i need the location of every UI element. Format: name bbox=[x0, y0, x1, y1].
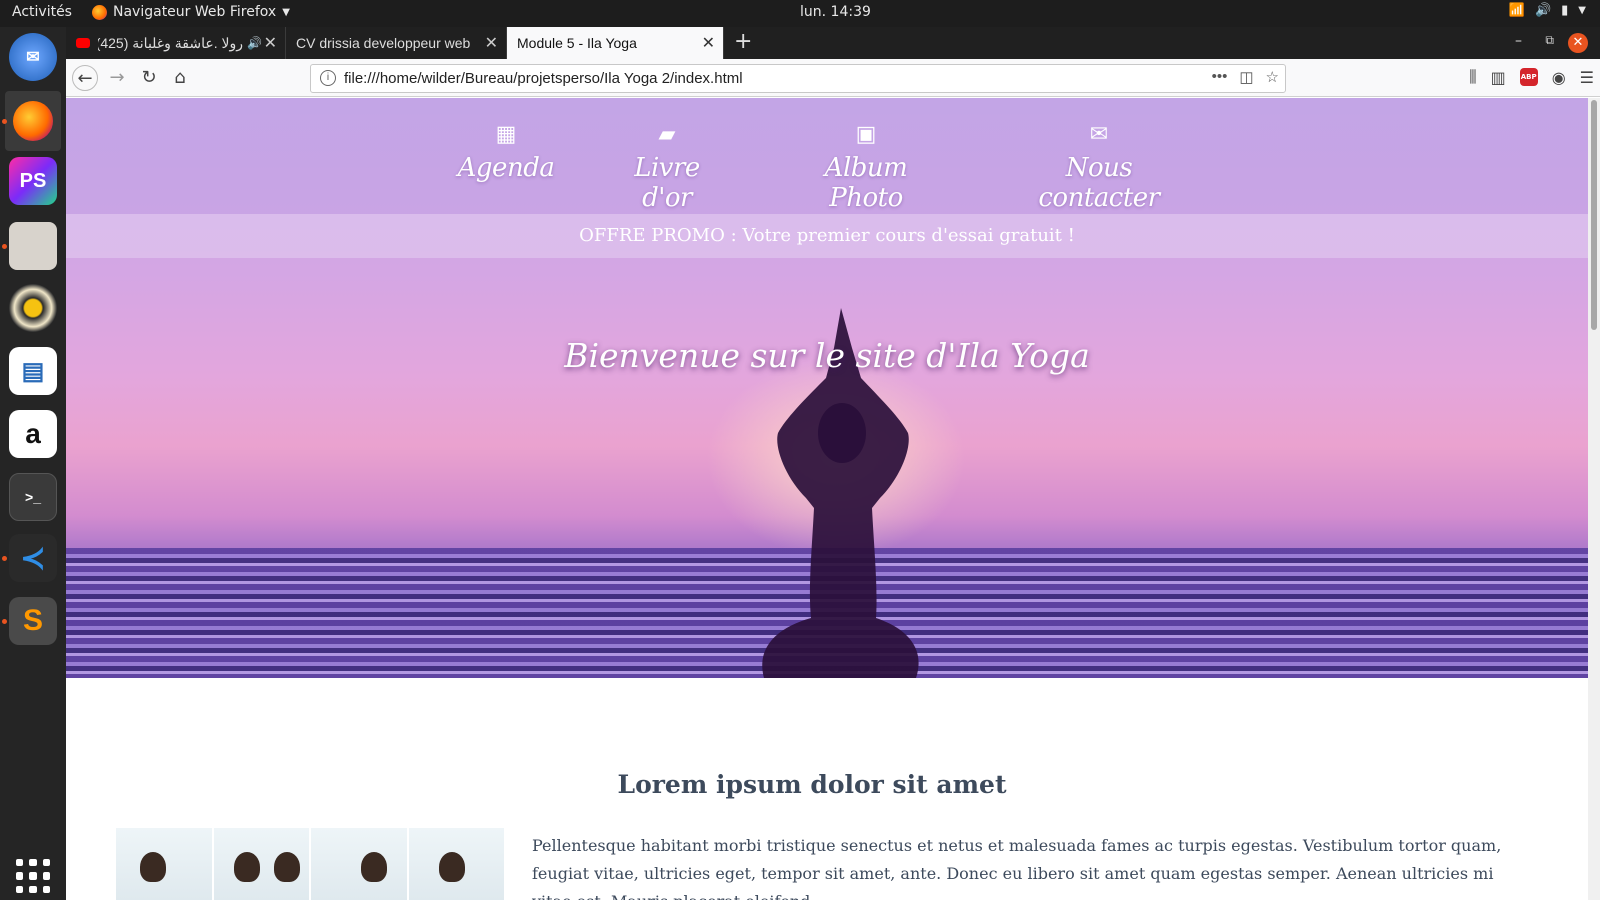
adblock-icon[interactable]: ABP bbox=[1519, 68, 1538, 86]
app-menu-label: Navigateur Web Firefox bbox=[113, 4, 277, 20]
url-text[interactable]: file:///home/wilder/Bureau/projetsperso/… bbox=[344, 70, 743, 87]
vscode-icon[interactable]: ≺ bbox=[9, 534, 57, 582]
tab-bar: رولا .عاشقة وغلبانة (425) 🔊 ✕ CV drissia… bbox=[66, 27, 1600, 59]
hero-banner: ▦ Agenda ▰ Livre d'or ▣ Album Photo ✉ No… bbox=[66, 98, 1588, 678]
promo-banner: OFFRE PROMO : Votre premier cours d'essa… bbox=[66, 214, 1588, 258]
back-icon[interactable]: ← bbox=[72, 65, 98, 91]
nav-album-photo[interactable]: ▣ Album Photo bbox=[801, 122, 931, 213]
close-window-icon[interactable]: ✕ bbox=[1568, 33, 1588, 53]
audio-icon[interactable]: 🔊 bbox=[247, 36, 262, 50]
running-indicator bbox=[2, 556, 7, 561]
account-icon[interactable]: ◉ bbox=[1552, 68, 1566, 87]
show-applications-icon[interactable] bbox=[16, 859, 50, 893]
yoga-class-image bbox=[116, 828, 506, 900]
running-indicator bbox=[2, 119, 7, 124]
maximize-icon[interactable]: ⧉ bbox=[1545, 33, 1554, 48]
terminal-icon[interactable]: >_ bbox=[9, 473, 57, 521]
bookmark-star-icon[interactable]: ☆ bbox=[1266, 68, 1279, 86]
tab-youtube[interactable]: رولا .عاشقة وغلبانة (425) 🔊 ✕ bbox=[66, 27, 286, 59]
new-tab-icon[interactable]: + bbox=[734, 29, 752, 54]
battery-icon: ▮ bbox=[1561, 3, 1569, 18]
nav-label: Album Photo bbox=[824, 153, 908, 213]
envelope-icon: ✉ bbox=[1089, 122, 1109, 147]
files-icon[interactable] bbox=[9, 222, 57, 270]
volume-icon: 🔊 bbox=[1534, 3, 1552, 18]
section-paragraph: Pellentesque habitant morbi tristique se… bbox=[532, 836, 1502, 900]
page-viewport: ▦ Agenda ▰ Livre d'or ▣ Album Photo ✉ No… bbox=[66, 98, 1600, 900]
forward-icon[interactable]: → bbox=[104, 65, 130, 91]
menu-icon[interactable]: ☰ bbox=[1580, 68, 1594, 87]
url-bar[interactable]: i file:///home/wilder/Bureau/projetspers… bbox=[310, 64, 1286, 93]
welcome-heading: Bienvenue sur le site d'Ila Yoga bbox=[564, 336, 1090, 375]
youtube-icon bbox=[76, 38, 90, 48]
minimize-icon[interactable]: – bbox=[1515, 33, 1522, 49]
phpstorm-icon[interactable]: PS bbox=[9, 157, 57, 205]
system-top-bar: Activités Navigateur Web Firefox ▼ lun. … bbox=[0, 0, 1600, 27]
nav-label: Livre d'or bbox=[634, 153, 700, 213]
firefox-launcher[interactable] bbox=[5, 91, 61, 151]
tab-cv[interactable]: CV drissia developpeur web ✕ bbox=[286, 27, 507, 59]
nav-nous-contacter[interactable]: ✉ Nous contacter bbox=[1024, 122, 1174, 213]
clock[interactable]: lun. 14:39 bbox=[800, 4, 871, 20]
page-actions-icon[interactable]: ••• bbox=[1212, 68, 1228, 86]
running-indicator bbox=[2, 619, 7, 624]
chevron-down-icon: ▼ bbox=[1578, 5, 1586, 16]
amazon-icon[interactable]: a bbox=[9, 410, 57, 458]
activities-button[interactable]: Activités bbox=[12, 4, 72, 20]
page-scrollbar[interactable] bbox=[1588, 98, 1600, 900]
firefox-window: رولا .عاشقة وغلبانة (425) 🔊 ✕ CV drissia… bbox=[66, 27, 1600, 900]
reload-icon[interactable]: ↻ bbox=[136, 65, 162, 91]
sublime-icon[interactable]: S bbox=[9, 597, 57, 645]
chevron-down-icon: ▼ bbox=[282, 6, 290, 18]
firefox-icon bbox=[13, 101, 53, 141]
close-tab-icon[interactable]: ✕ bbox=[264, 33, 277, 53]
scrollbar-thumb[interactable] bbox=[1591, 100, 1597, 330]
app-menu[interactable]: Navigateur Web Firefox ▼ bbox=[92, 4, 290, 20]
nav-label: Nous contacter bbox=[1038, 153, 1160, 213]
pocket-icon[interactable]: ◫ bbox=[1239, 68, 1253, 86]
tab-title: رولا .عاشقة وغلبانة (425) bbox=[98, 34, 243, 51]
system-tray[interactable]: 📶 🔊 ▮ ▼ bbox=[1509, 3, 1586, 18]
main-navigation: ▦ Agenda ▰ Livre d'or ▣ Album Photo ✉ No… bbox=[66, 98, 1588, 214]
nav-agenda[interactable]: ▦ Agenda bbox=[456, 122, 556, 183]
tab-ila-yoga[interactable]: Module 5 - Ila Yoga ✕ bbox=[507, 27, 724, 59]
nav-livre-dor[interactable]: ▰ Livre d'or bbox=[612, 122, 722, 213]
navigation-toolbar: ← → ↻ ⌂ i file:///home/wilder/Bureau/pro… bbox=[66, 59, 1600, 97]
calendar-icon: ▦ bbox=[495, 122, 517, 147]
nav-label: Agenda bbox=[457, 153, 555, 183]
book-icon: ▰ bbox=[658, 122, 676, 147]
writer-icon[interactable]: ▤ bbox=[9, 347, 57, 395]
rhythmbox-icon[interactable] bbox=[9, 284, 57, 332]
close-tab-icon[interactable]: ✕ bbox=[702, 33, 715, 53]
thunderbird-icon[interactable]: ✉ bbox=[9, 33, 57, 81]
wifi-icon: 📶 bbox=[1508, 3, 1525, 18]
tab-title: CV drissia developpeur web bbox=[296, 35, 471, 51]
sidebar-icon[interactable]: ▥ bbox=[1491, 68, 1506, 87]
info-icon[interactable]: i bbox=[320, 70, 336, 86]
home-icon[interactable]: ⌂ bbox=[167, 65, 193, 91]
library-icon[interactable]: ⫼ bbox=[1469, 67, 1476, 87]
firefox-icon bbox=[92, 4, 107, 20]
close-tab-icon[interactable]: ✕ bbox=[485, 33, 498, 53]
tab-title: Module 5 - Ila Yoga bbox=[517, 35, 637, 51]
dock: ✉ PS ▤ a >_ ≺ S bbox=[0, 27, 66, 900]
section-title: Lorem ipsum dolor sit amet bbox=[617, 770, 1007, 799]
running-indicator bbox=[2, 244, 7, 249]
image-icon: ▣ bbox=[855, 122, 877, 147]
